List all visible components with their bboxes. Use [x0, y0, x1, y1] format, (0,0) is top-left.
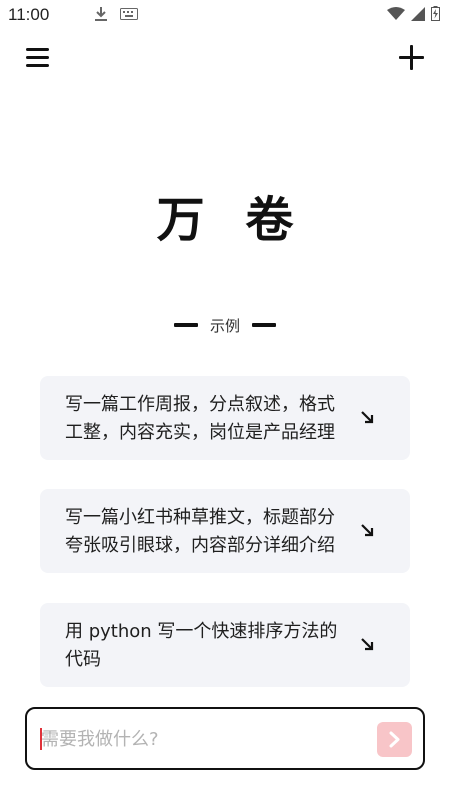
chevron-right-icon — [389, 731, 400, 748]
example-card-text: 写一篇工作周报，分点叙述，格式工整，内容充实，岗位是产品经理 — [65, 394, 335, 443]
battery-icon — [431, 6, 440, 21]
hamburger-menu-icon[interactable] — [26, 46, 50, 68]
wifi-icon — [387, 6, 405, 20]
download-icon — [95, 7, 107, 21]
example-card-text: 用 python 写一个快速排序方法的代码 — [65, 621, 338, 670]
example-card[interactable]: 用 python 写一个快速排序方法的代码 — [40, 603, 410, 687]
plus-icon[interactable] — [398, 44, 426, 72]
examples-label: 示例 — [209, 316, 240, 335]
status-time: 11:00 — [8, 5, 50, 24]
example-card[interactable]: 写一篇工作周报，分点叙述，格式工整，内容充实，岗位是产品经理 — [40, 376, 410, 460]
example-card-text: 写一篇小红书种草推文，标题部分夸张吸引眼球，内容部分详细介绍 — [65, 507, 335, 556]
prompt-input[interactable] — [39, 723, 369, 755]
arrow-down-right-icon — [361, 638, 374, 651]
signal-icon — [411, 6, 425, 21]
app-title: 万 卷 — [156, 192, 306, 248]
prompt-input-box — [25, 707, 425, 770]
examples-header: 示例 — [0, 313, 450, 337]
divider — [252, 323, 276, 327]
arrow-down-right-icon — [361, 411, 374, 424]
send-button[interactable] — [377, 722, 412, 757]
arrow-down-right-icon — [361, 524, 374, 537]
text-caret — [40, 728, 42, 750]
divider — [173, 323, 198, 327]
status-bar: 11:00 — [0, 0, 450, 30]
example-card[interactable]: 写一篇小红书种草推文，标题部分夸张吸引眼球，内容部分详细介绍 — [40, 489, 410, 573]
top-bar — [0, 40, 450, 76]
keyboard-icon — [120, 8, 138, 20]
